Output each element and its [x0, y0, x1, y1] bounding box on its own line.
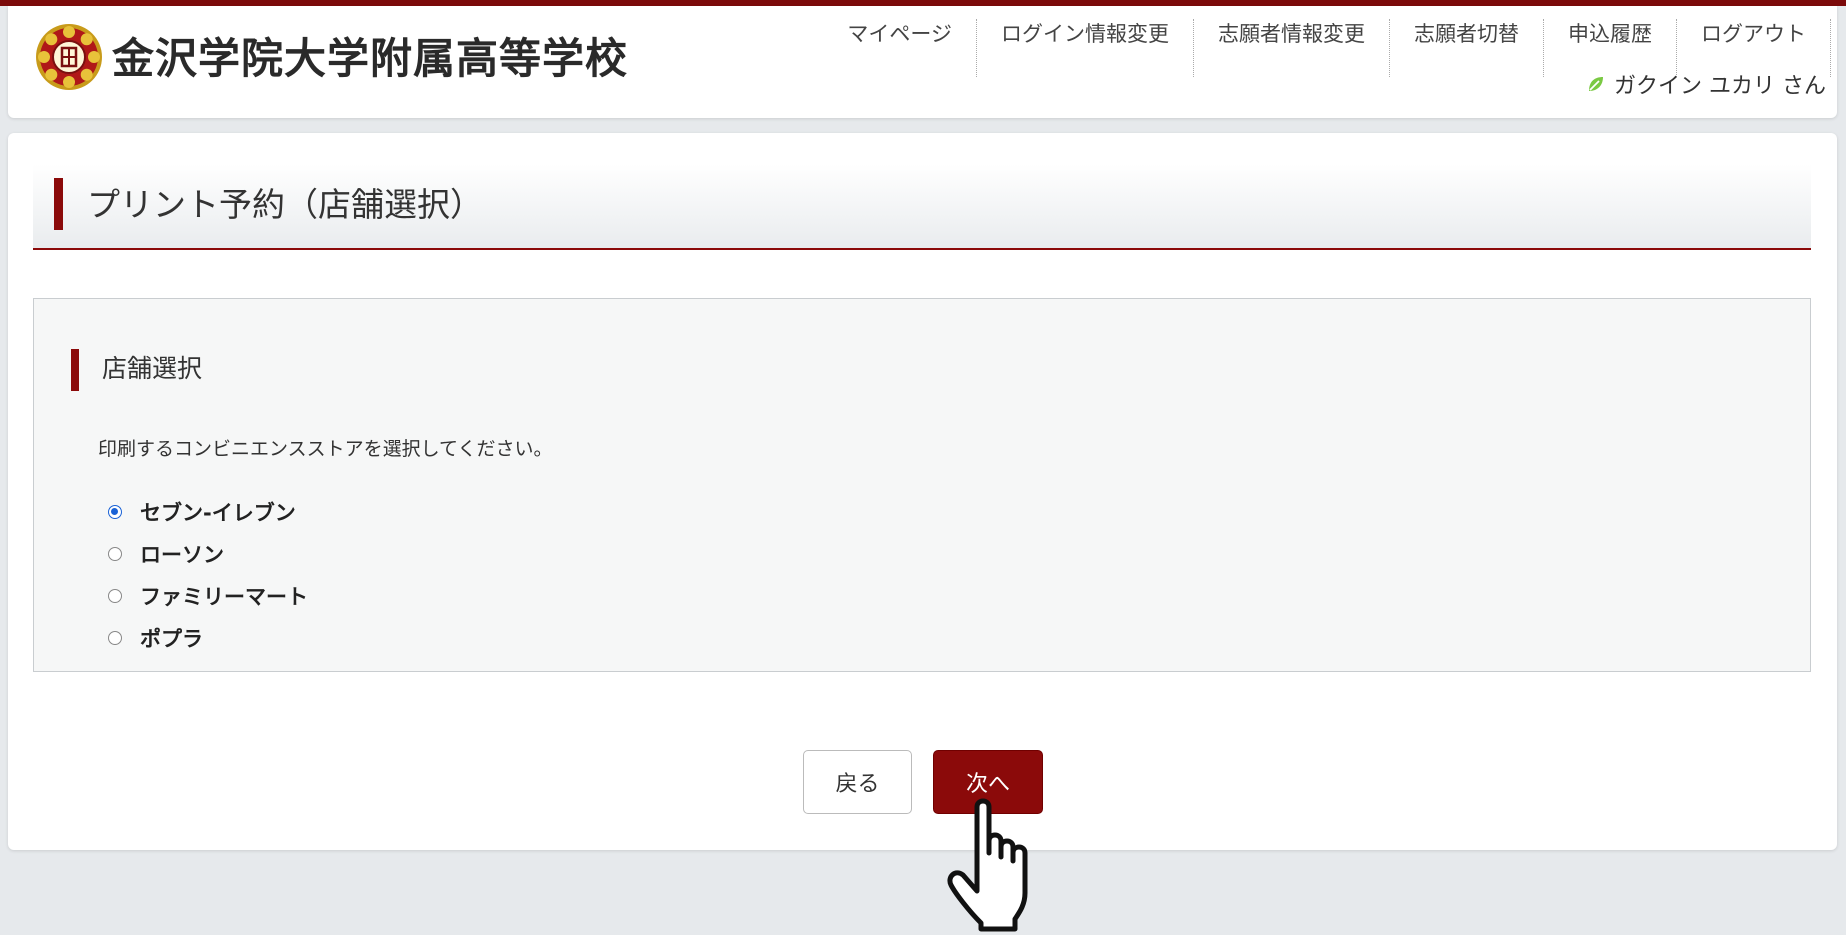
store-option-familymart[interactable]: ファミリーマート [108, 575, 308, 617]
option-label: セブン-イレブン [140, 501, 296, 525]
store-option-lawson[interactable]: ローソン [108, 533, 308, 575]
option-label: ローソン [140, 543, 224, 567]
nav-applicant-info-change[interactable]: 志願者情報変更 [1194, 19, 1390, 77]
page-header: プリント予約（店舗選択） [33, 164, 1811, 250]
main-content: プリント予約（店舗選択） 店舗選択 印刷するコンビニエンスストアを選択してくださ… [8, 133, 1837, 850]
site-header: 金沢学院大学附属高等学校 マイページ ログイン情報変更 志願者情報変更 志願者切… [8, 6, 1837, 118]
option-label: ポプラ [140, 627, 203, 651]
next-button[interactable]: 次へ [933, 750, 1043, 814]
panel-title: 店舗選択 [102, 354, 203, 383]
radio-button[interactable] [108, 505, 122, 519]
nav-login-info-change[interactable]: ログイン情報変更 [977, 19, 1194, 77]
panel-accent-bar [71, 349, 79, 391]
radio-button[interactable] [108, 589, 122, 603]
user-name: ガクイン ユカリ さん [1614, 74, 1826, 99]
back-button[interactable]: 戻る [803, 750, 912, 814]
radio-button[interactable] [108, 631, 122, 645]
leaf-icon [1589, 77, 1603, 91]
title-accent-bar [54, 178, 63, 230]
store-radio-group: セブン-イレブン ローソン ファミリーマート ポプラ [108, 491, 308, 659]
option-label: ファミリーマート [140, 585, 308, 609]
user-info: ガクイン ユカリ さん [1586, 68, 1826, 100]
school-emblem-icon [36, 24, 102, 90]
nav-mypage[interactable]: マイページ [833, 19, 977, 77]
instruction-text: 印刷するコンビニエンスストアを選択してください。 [98, 438, 553, 460]
school-name: 金沢学院大学附属高等学校 [112, 34, 629, 83]
page-title: プリント予約（店舗選択） [87, 185, 483, 224]
store-option-seven-eleven[interactable]: セブン-イレブン [108, 491, 308, 533]
radio-button[interactable] [108, 547, 122, 561]
store-selection-panel: 店舗選択 印刷するコンビニエンスストアを選択してください。 セブン-イレブン ロ… [33, 298, 1811, 672]
nav-applicant-switch[interactable]: 志願者切替 [1390, 19, 1544, 77]
store-option-poplar[interactable]: ポプラ [108, 617, 308, 659]
